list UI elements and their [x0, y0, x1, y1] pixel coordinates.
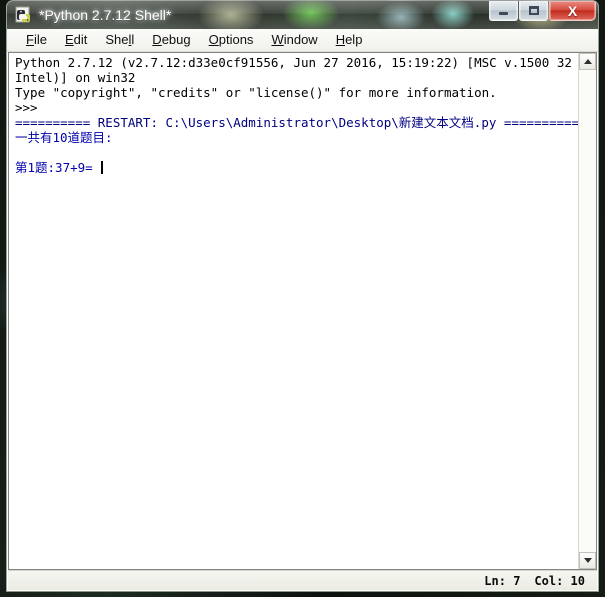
menu-help[interactable]: Help	[327, 31, 372, 50]
close-icon: X	[567, 2, 578, 19]
menu-options[interactable]: Options	[200, 31, 263, 50]
shell-line: >>>	[15, 100, 578, 115]
menu-debug[interactable]: Debug	[143, 31, 199, 50]
shell-line: Intel)] on win32	[15, 70, 578, 85]
shell-line: 一共有10道题目:	[15, 130, 578, 145]
maximize-icon	[520, 1, 547, 20]
scroll-up-arrow-icon	[583, 59, 592, 64]
menu-file[interactable]: File	[17, 31, 56, 50]
scroll-up-button[interactable]	[579, 53, 596, 70]
shell-line: Type "copyright", "credits" or "license(…	[15, 85, 578, 100]
status-column-number: Col: 10	[534, 573, 585, 588]
menu-window[interactable]: Window	[262, 31, 326, 50]
shell-line-text: 一共有10道题目:	[15, 130, 113, 145]
python-shell-window: *Python 2.7.12 Shell* X File Edit Shell …	[6, 0, 599, 592]
vertical-scrollbar[interactable]	[578, 53, 596, 569]
shell-line-text: ========== RESTART: C:\Users\Administrat…	[15, 115, 578, 130]
shell-line-text: Intel)] on win32	[15, 70, 136, 85]
shell-output[interactable]: Python 2.7.12 (v2.7.12:d33e0cf91556, Jun…	[9, 53, 578, 569]
window-titlebar[interactable]: *Python 2.7.12 Shell* X	[6, 0, 599, 29]
scroll-down-arrow-icon	[583, 558, 592, 563]
shell-line-text: >>>	[15, 100, 46, 115]
menu-shell[interactable]: Shell	[96, 31, 143, 50]
status-line-number: Ln: 7	[484, 573, 521, 588]
shell-line-text: Type "copyright", "credits" or "license(…	[15, 85, 497, 100]
python-idle-icon	[15, 6, 30, 23]
menu-edit[interactable]: Edit	[56, 31, 96, 50]
shell-line-text: Python 2.7.12 (v2.7.12:d33e0cf91556, Jun…	[15, 55, 578, 70]
shell-text-area[interactable]: Python 2.7.12 (v2.7.12:d33e0cf91556, Jun…	[8, 52, 597, 570]
shell-line: ========== RESTART: C:\Users\Administrat…	[15, 115, 578, 130]
window-title: *Python 2.7.12 Shell*	[39, 7, 172, 23]
window-controls: X	[488, 1, 596, 22]
window-body: File Edit Shell Debug Options Window Hel…	[6, 29, 599, 592]
menubar: File Edit Shell Debug Options Window Hel…	[7, 29, 598, 52]
shell-line-text: 第1题:37+9=	[15, 160, 101, 175]
shell-line: Python 2.7.12 (v2.7.12:d33e0cf91556, Jun…	[15, 55, 578, 70]
shell-line: 第1题:37+9=	[15, 160, 578, 175]
scroll-down-button[interactable]	[579, 552, 596, 569]
close-button[interactable]: X	[549, 1, 596, 21]
minimize-icon	[490, 1, 517, 20]
scrollbar-track[interactable]	[579, 70, 596, 552]
text-cursor	[101, 161, 104, 174]
statusbar: Ln: 7 Col: 10	[8, 570, 597, 590]
minimize-button[interactable]	[489, 1, 518, 21]
maximize-button[interactable]	[519, 1, 548, 21]
